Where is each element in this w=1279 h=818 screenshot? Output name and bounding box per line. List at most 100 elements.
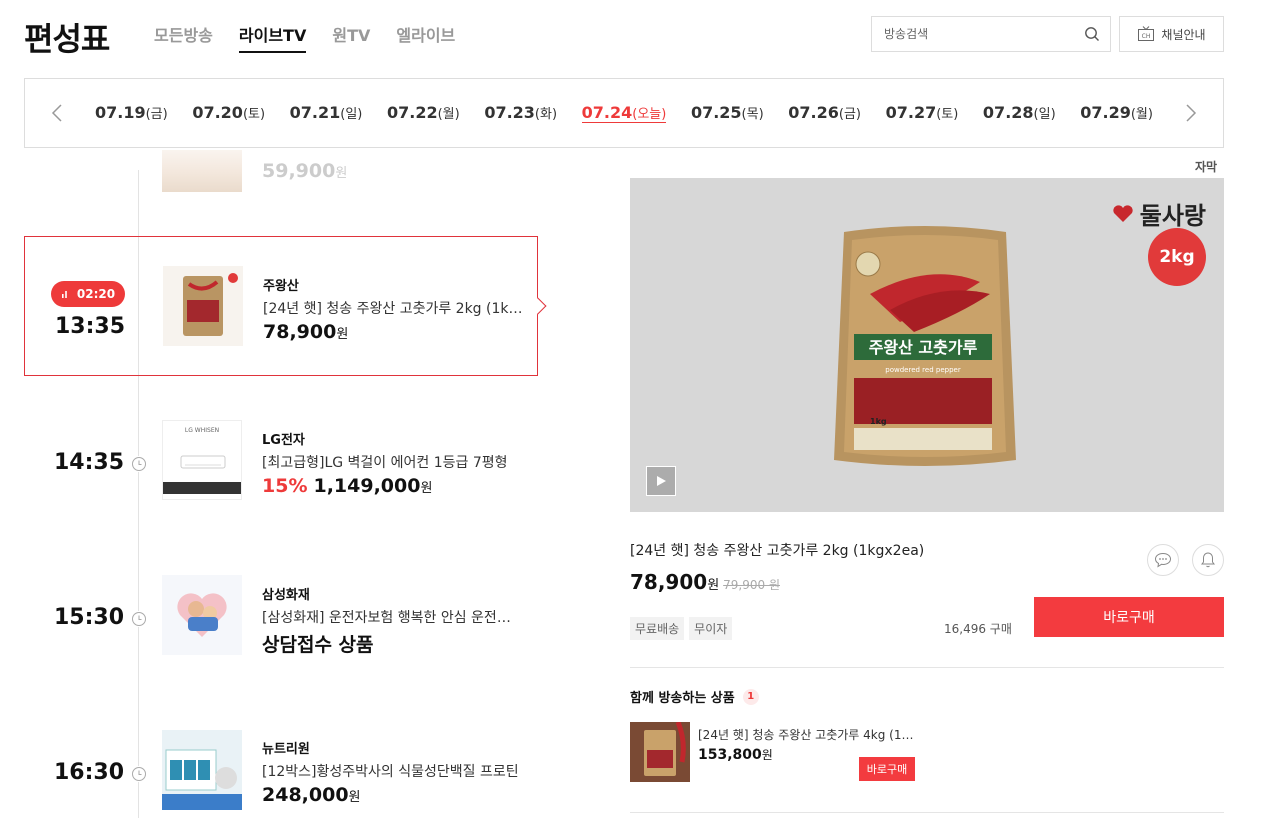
search-box	[871, 16, 1111, 52]
program-item[interactable]: 15:30 삼성화재 [삼성화재] 운전자보험 행복한 안심 운전자보험 상담접…	[24, 546, 538, 686]
date-label: 07.23	[484, 103, 535, 122]
tab-one-tv[interactable]: 원TV	[332, 22, 370, 53]
date-label: 07.21	[289, 103, 341, 122]
date-label: 07.25	[690, 103, 742, 122]
date-item[interactable]: 07.28(일)	[983, 103, 1056, 123]
date-item[interactable]: 07.21(일)	[290, 103, 363, 123]
tab-all-broadcast[interactable]: 모든방송	[154, 22, 213, 53]
date-label: 07.22	[386, 103, 438, 122]
date-label: 07.26	[788, 103, 839, 122]
date-label: 07.19	[95, 103, 146, 122]
date-label: 07.29	[1080, 103, 1131, 122]
heart-logo-icon	[1113, 204, 1133, 222]
chevron-left-icon	[51, 103, 63, 123]
page-title: 편성표	[24, 20, 110, 58]
day-of-week-label: (토)	[936, 107, 959, 122]
program-title: [12박스]황성주박사의 식물성단백질 프로틴	[262, 764, 519, 780]
channel-guide-label: 채널안내	[1161, 27, 1206, 42]
tab-live-tv[interactable]: 라이브TV	[238, 22, 307, 53]
date-item[interactable]: 07.22(월)	[387, 103, 460, 123]
date-item-today[interactable]: 07.24(오늘)	[581, 103, 667, 123]
date-label: 07.27	[885, 103, 937, 122]
channel-guide-button[interactable]: CH 채널안내	[1119, 16, 1224, 52]
program-info: LG전자 [최고급형]LG 벽걸이 에어컨 1등급 7평형 15% 1,149,0…	[262, 429, 522, 497]
live-remaining-time: 02:20	[76, 287, 116, 301]
program-title: [최고급형]LG 벽걸이 에어컨 1등급 7평형	[262, 455, 508, 471]
program-item[interactable]: 14:35 LG WHISEN LG전자 [최고급형]LG 벽걸이 에어컨 1등…	[24, 391, 538, 531]
date-prev-button[interactable]	[25, 79, 89, 147]
date-item[interactable]: 07.27(토)	[886, 103, 959, 123]
program-time: 15:30	[54, 605, 125, 630]
program-thumbnail: LG WHISEN	[162, 420, 242, 500]
divider	[630, 667, 1224, 668]
purchase-count: 16,496 구매	[944, 622, 1012, 636]
day-of-week-label: (월)	[437, 107, 460, 122]
program-brand: 주왕산	[263, 279, 299, 294]
bell-icon	[1200, 551, 1216, 569]
day-of-week-label: (금)	[145, 107, 168, 122]
clock-icon	[131, 766, 147, 782]
program-title: [삼성화재] 운전자보험 행복한 안심 운전자보험	[262, 610, 522, 626]
divider	[630, 812, 1224, 813]
chat-bubble-icon	[1154, 552, 1172, 568]
original-price: 79,900 원	[723, 578, 780, 592]
buy-now-button[interactable]: 바로구매	[1034, 597, 1224, 637]
date-list: 07.19(금) 07.20(토) 07.21(일) 07.22(월) 07.23(화)…	[89, 103, 1159, 123]
play-button[interactable]	[646, 466, 676, 496]
program-brand: LG전자	[262, 433, 305, 448]
day-of-week-label: (오늘)	[632, 107, 667, 122]
tag-free-shipping: 무료배송	[630, 617, 685, 640]
weight-badge: 2kg	[1148, 228, 1206, 286]
program-title: [24년 햇] 청송 주왕산 고춧가루 2kg (1kgx2ea)	[263, 301, 523, 317]
live-signal-icon	[61, 289, 71, 299]
program-thumbnail	[163, 266, 243, 346]
program-item[interactable]: 16:30 뉴트리원 [12박스]황성주박사의 식물성단백질 프로틴 248,0…	[24, 700, 538, 818]
date-item[interactable]: 07.25(목)	[691, 103, 764, 123]
program-info: 삼성화재 [삼성화재] 운전자보험 행복한 안심 운전자보험 상담접수 상품	[262, 584, 522, 657]
video-player[interactable]: 주왕산 고춧가루 powdered red pepper 1kg 둘사랑 2kg	[630, 178, 1224, 512]
program-price: 248,000원	[262, 784, 361, 806]
play-icon	[655, 475, 667, 487]
tag-interest-free: 무이자	[689, 617, 733, 640]
date-next-button[interactable]	[1159, 79, 1223, 147]
previous-program-partial[interactable]: 59,900원	[162, 150, 382, 192]
together-products-heading: 함께 방송하는 상품 1	[630, 687, 759, 706]
svg-text:powdered red pepper: powdered red pepper	[885, 366, 961, 374]
top-tabs: 모든방송 라이브TV 원TV 엘라이브	[154, 22, 455, 53]
tab-elive[interactable]: 엘라이브	[396, 22, 455, 53]
related-buy-now-button[interactable]: 바로구매	[859, 757, 915, 781]
product-tags: 무료배송 무이자	[630, 617, 733, 640]
date-label: 07.28	[982, 103, 1034, 122]
search-input[interactable]	[884, 27, 1084, 41]
svg-text:CH: CH	[1142, 33, 1151, 40]
discount-rate: 15%	[262, 475, 308, 497]
day-of-week-label: (금)	[838, 107, 861, 122]
clock-icon	[131, 611, 147, 627]
date-item[interactable]: 07.23(화)	[484, 103, 557, 123]
program-thumbnail	[162, 575, 242, 655]
svg-text:1kg: 1kg	[870, 417, 887, 426]
brand-logo: 둘사랑	[1112, 196, 1206, 231]
date-item[interactable]: 07.29(월)	[1080, 103, 1153, 123]
day-of-week-label: (일)	[1033, 107, 1056, 122]
product-title[interactable]: [24년 햇] 청송 주왕산 고춧가루 2kg (1kgx2ea)	[630, 540, 924, 560]
day-of-week-label: (월)	[1130, 107, 1153, 122]
day-of-week-label: (목)	[741, 107, 764, 122]
date-item[interactable]: 07.26(금)	[788, 103, 861, 123]
program-info: 뉴트리원 [12박스]황성주박사의 식물성단백질 프로틴 248,000원	[262, 738, 522, 806]
notification-button[interactable]	[1192, 544, 1224, 576]
program-info: 주왕산 [24년 햇] 청송 주왕산 고춧가루 2kg (1kgx2ea) 78…	[263, 275, 523, 343]
program-item-active[interactable]: 02:20 13:35 주왕산 [24년 햇] 청송 주왕산 고춧가루 2kg …	[24, 236, 538, 376]
date-item[interactable]: 07.20(토)	[192, 103, 265, 123]
search-icon[interactable]	[1084, 26, 1100, 42]
date-navigation: 07.19(금) 07.20(토) 07.21(일) 07.22(월) 07.23(화)…	[24, 78, 1224, 148]
related-product-thumbnail[interactable]	[630, 722, 690, 782]
product-package-image: 주왕산 고춧가루 powdered red pepper 1kg	[834, 226, 1016, 466]
subtitle-toggle[interactable]: 자막	[1195, 158, 1217, 175]
date-label: 07.24	[581, 103, 633, 122]
program-brand: 뉴트리원	[262, 742, 310, 757]
program-price: 15% 1,149,000원	[262, 475, 433, 497]
related-product-title[interactable]: [24년 햇] 청송 주왕산 고춧가루 4kg (1kgx4ea)	[698, 726, 918, 743]
date-item[interactable]: 07.19(금)	[95, 103, 168, 123]
chat-button[interactable]	[1147, 544, 1179, 576]
